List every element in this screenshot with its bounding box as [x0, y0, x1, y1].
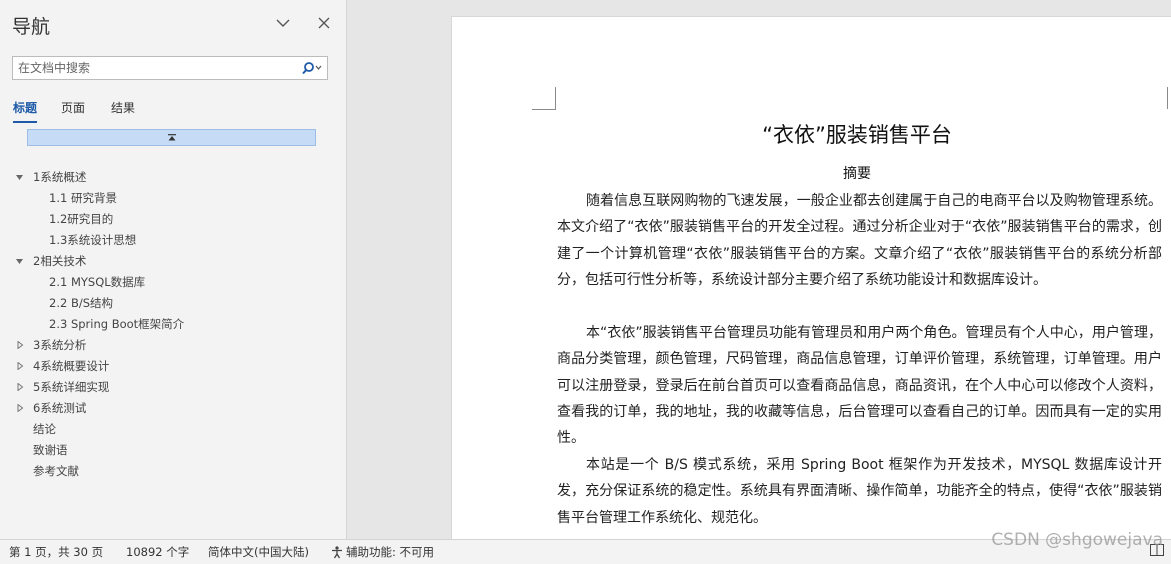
abstract-heading: 摘要: [843, 166, 871, 182]
search-box: [12, 56, 328, 80]
outline-heading-5[interactable]: 5系统详细实现: [33, 379, 109, 395]
outline-heading-references[interactable]: 参考文献: [33, 463, 79, 479]
accessibility-icon: [332, 546, 342, 559]
navigation-pane: 导航 标题 页面 结果 1系统概述 1.1 研究背景 1.2研究目的 1.3系统…: [0, 0, 347, 539]
collapse-headings-bar[interactable]: [27, 129, 316, 146]
outline-heading-4[interactable]: 4系统概要设计: [33, 358, 109, 374]
document-area[interactable]: “衣依”服装销售平台 摘要 随着信息互联网购物的飞速发展，一般企业都去创建属于自…: [347, 0, 1171, 539]
search-icon: [302, 62, 322, 75]
nav-options-button[interactable]: [272, 12, 294, 34]
outline-heading-2-3[interactable]: 2.3 Spring Boot框架简介: [49, 316, 184, 332]
tab-pages[interactable]: 页面: [61, 99, 85, 121]
accessibility-label: 辅助功能: 不可用: [346, 545, 435, 559]
outline-heading-1-1[interactable]: 1.1 研究背景: [49, 190, 117, 206]
watermark: CSDN @shgowejava: [991, 530, 1163, 550]
collapsed-arrow-icon[interactable]: [15, 403, 25, 413]
outline-heading-2-1[interactable]: 2.1 MYSQL数据库: [49, 274, 145, 290]
outline-heading-acknowledgements[interactable]: 致谢语: [33, 442, 68, 458]
outline-heading-1[interactable]: 1系统概述: [33, 169, 86, 185]
close-icon: [318, 17, 330, 29]
document-title: “衣依”服装销售平台: [762, 123, 952, 147]
search-button[interactable]: [299, 59, 325, 77]
collapsed-arrow-icon[interactable]: [15, 382, 25, 392]
language-indicator[interactable]: 简体中文(中国大陆): [208, 544, 309, 560]
collapse-up-icon: [167, 134, 176, 141]
abstract-paragraph-2: 本“衣依”服装销售平台管理员功能有管理员和用户两个角色。管理员有个人中心，用户管…: [557, 325, 1162, 447]
abstract-paragraph-3: 本站是一个 B/S 模式系统，采用 Spring Boot 框架作为开发技术，M…: [557, 457, 1162, 526]
document-page[interactable]: “衣依”服装销售平台 摘要 随着信息互联网购物的飞速发展，一般企业都去创建属于自…: [451, 16, 1171, 539]
outline-heading-3[interactable]: 3系统分析: [33, 337, 86, 353]
nav-pane-title: 导航: [12, 16, 51, 38]
collapsed-arrow-icon[interactable]: [15, 340, 25, 350]
word-count[interactable]: 10892 个字: [126, 544, 189, 560]
expanded-arrow-icon[interactable]: [15, 256, 25, 266]
crop-mark: [1167, 87, 1171, 109]
chevron-down-icon: [276, 19, 290, 27]
outline-heading-conclusion[interactable]: 结论: [33, 421, 56, 437]
crop-mark: [532, 87, 556, 110]
accessibility-status[interactable]: 辅助功能: 不可用: [330, 544, 434, 560]
outline-heading-2[interactable]: 2相关技术: [33, 253, 86, 269]
outline-heading-1-3[interactable]: 1.3系统设计思想: [49, 232, 136, 248]
outline-heading-2-2[interactable]: 2.2 B/S结构: [49, 295, 113, 311]
tab-results[interactable]: 结果: [111, 99, 135, 121]
page-indicator[interactable]: 第 1 页，共 30 页: [9, 544, 103, 560]
expanded-arrow-icon[interactable]: [15, 172, 25, 182]
nav-close-button[interactable]: [313, 12, 335, 34]
tab-headings[interactable]: 标题: [13, 99, 38, 123]
search-input[interactable]: [18, 59, 288, 77]
outline-heading-6[interactable]: 6系统测试: [33, 400, 86, 416]
outline-heading-1-2[interactable]: 1.2研究目的: [49, 211, 113, 227]
collapsed-arrow-icon[interactable]: [15, 361, 25, 371]
abstract-paragraph-1: 随着信息互联网购物的飞速发展，一般企业都去创建属于自己的电商平台以及购物管理系统…: [557, 193, 1162, 288]
